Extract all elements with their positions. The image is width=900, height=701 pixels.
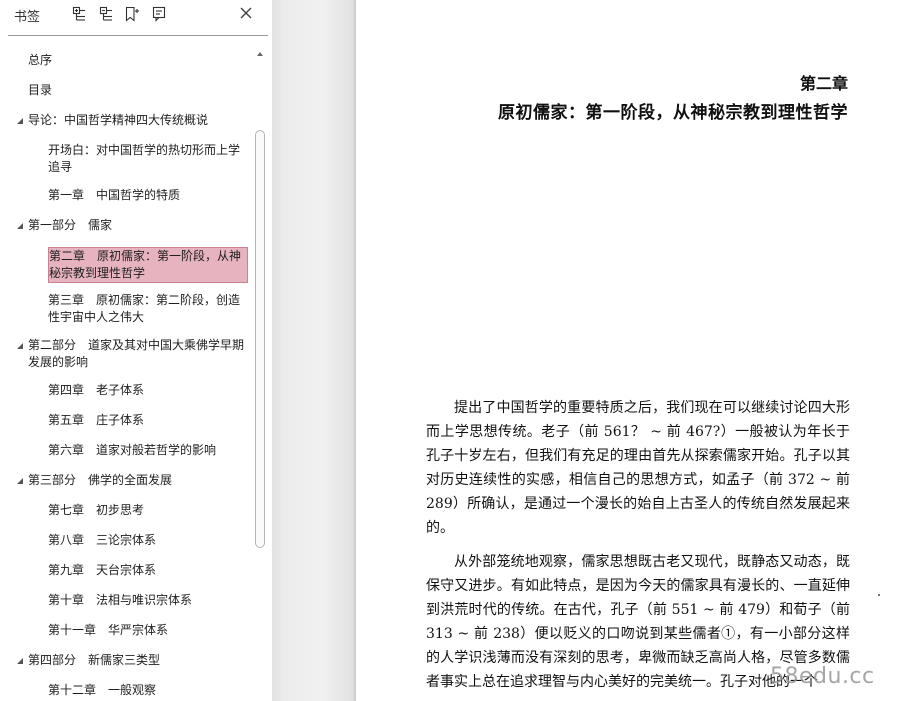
bookmark-properties-icon[interactable] xyxy=(151,6,167,22)
tree-expanded-toggle-icon[interactable] xyxy=(16,117,24,125)
bookmark-panel-title: 书签 xyxy=(14,10,41,25)
bookmark-item[interactable]: 第五章 庄子体系 xyxy=(48,412,248,429)
watermark-text: 58edu.cc xyxy=(770,664,875,689)
bookmark-item[interactable]: 总序 xyxy=(28,52,246,69)
tree-expanded-toggle-icon[interactable] xyxy=(16,222,24,230)
bookmark-item[interactable]: 第四部分 新儒家三类型 xyxy=(28,652,246,669)
close-icon[interactable] xyxy=(238,5,254,21)
tree-expanded-toggle-icon[interactable] xyxy=(16,342,24,350)
bookmark-item[interactable]: 第一章 中国哲学的特质 xyxy=(48,187,248,204)
bookmark-item[interactable]: 第三章 原初儒家：第二阶段，创造性宇宙中人之伟大 xyxy=(48,292,248,326)
bookmark-item[interactable]: 第七章 初步思考 xyxy=(48,502,248,519)
bookmark-item[interactable]: 第二部分 道家及其对中国大乘佛学早期发展的影响 xyxy=(28,337,246,371)
page-speck xyxy=(878,594,880,596)
bookmark-item[interactable]: 第九章 天台宗体系 xyxy=(48,562,248,579)
bookmark-panel-header: 书签 xyxy=(0,0,272,32)
body-paragraph: 提出了中国哲学的重要特质之后，我们现在可以继续讨论四大形而上学思想传统。老子（前… xyxy=(426,400,850,536)
page-gutter xyxy=(272,0,356,701)
bookmark-item[interactable]: 第三部分 佛学的全面发展 xyxy=(28,472,246,489)
bookmark-item[interactable]: 导论：中国哲学精神四大传统概说 xyxy=(28,112,246,129)
add-bookmark-icon[interactable] xyxy=(124,6,140,22)
bookmark-item[interactable]: 第十一章 华严宗体系 xyxy=(48,622,248,639)
bookmark-item[interactable]: 第四章 老子体系 xyxy=(48,382,248,399)
expand-all-icon[interactable] xyxy=(71,6,87,22)
bookmark-item-selected[interactable]: 第二章 原初儒家：第一阶段，从神秘宗教到理性哲学 xyxy=(48,247,248,283)
scroll-up-arrow-icon[interactable] xyxy=(256,50,264,58)
scrollbar-thumb[interactable] xyxy=(255,130,265,548)
chapter-title: 原初儒家：第一阶段，从神秘宗教到理性哲学 xyxy=(498,103,848,123)
bookmark-item[interactable]: 目录 xyxy=(28,82,246,99)
bookmark-item[interactable]: 第十二章 一般观察 xyxy=(48,682,248,699)
header-divider xyxy=(8,35,268,36)
bookmark-tree: 总序目录导论：中国哲学精神四大传统概说开场白：对中国哲学的热切形而上学追寻第一章… xyxy=(0,40,252,701)
bookmark-item[interactable]: 第一部分 儒家 xyxy=(28,217,246,234)
document-page: 第二章 原初儒家：第一阶段，从神秘宗教到理性哲学 提出了中国哲学的重要特质之后，… xyxy=(356,0,900,701)
bookmark-item[interactable]: 第十章 法相与唯识宗体系 xyxy=(48,592,248,609)
chapter-number: 第二章 xyxy=(799,74,848,93)
bookmark-panel: 书签 总序 目录 导论：中国哲学精神四大传统概说 开场白：对中国哲学的热切形而上… xyxy=(0,0,272,701)
bookmark-item[interactable]: 第八章 三论宗体系 xyxy=(48,532,248,549)
collapse-all-icon[interactable] xyxy=(98,6,114,22)
bookmark-item[interactable]: 开场白：对中国哲学的热切形而上学追寻 xyxy=(48,142,248,176)
tree-expanded-toggle-icon[interactable] xyxy=(16,657,24,665)
tree-expanded-toggle-icon[interactable] xyxy=(16,477,24,485)
bookmark-item[interactable]: 第六章 道家对般若哲学的影响 xyxy=(48,442,248,459)
